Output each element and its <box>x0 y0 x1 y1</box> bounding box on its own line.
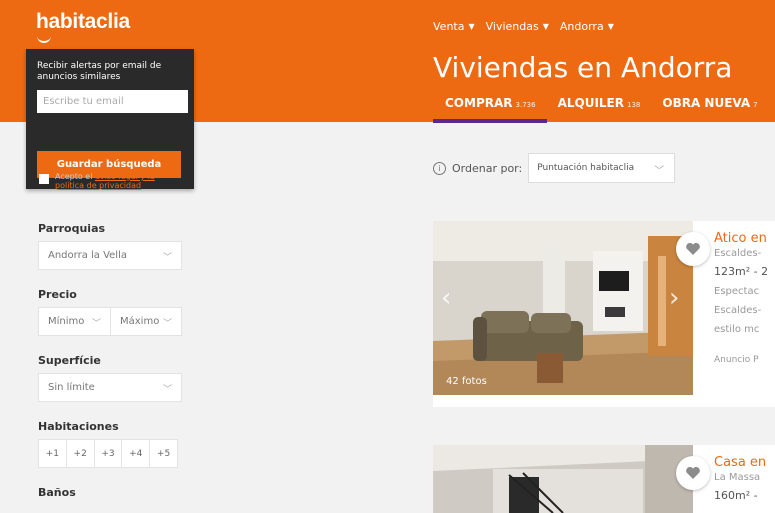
precio-label: Precio <box>38 288 77 301</box>
breadcrumb-andorra[interactable]: Andorra ▼ <box>560 20 614 33</box>
tab-count: 7 <box>753 101 758 109</box>
listing-card[interactable]: Casa en La Massa 160m² - <box>433 445 775 513</box>
consent-checkbox[interactable] <box>39 174 49 184</box>
listing-ad-type: Anuncio P <box>714 355 759 365</box>
listing-location: Escaldes- <box>714 248 762 259</box>
parroquias-select[interactable]: Andorra la Vella ﹀ <box>38 241 182 270</box>
house-interior-photo <box>433 445 693 513</box>
tab-comprar[interactable]: COMPRAR 3.736 <box>433 96 547 123</box>
consent-label: Acepto el aviso legal y la política de p… <box>55 172 155 190</box>
chevron-down-icon: ﹀ <box>162 319 172 329</box>
listing-info: Casa en La Massa 160m² - <box>714 455 775 502</box>
listing-title[interactable]: Casa en <box>714 455 775 470</box>
prev-photo-icon[interactable]: ‹ <box>441 283 451 313</box>
page-title: Viviendas en Andorra <box>433 51 733 84</box>
tab-count: 138 <box>627 101 641 109</box>
email-input[interactable] <box>37 90 188 113</box>
room-option[interactable]: +5 <box>149 439 178 468</box>
room-option[interactable]: +2 <box>65 439 95 468</box>
tab-alquiler[interactable]: ALQUILER 138 <box>547 96 652 118</box>
favorite-button[interactable] <box>676 456 710 490</box>
superficie-select[interactable]: Sin límite ﹀ <box>38 373 182 402</box>
habitaciones-options: +1 +2 +3 +4 +5 <box>38 439 182 468</box>
breadcrumb-venta[interactable]: Venta ▼ <box>433 20 475 33</box>
chevron-down-icon: ▼ <box>607 22 614 31</box>
sort-label: Ordenar por: <box>452 161 523 175</box>
breadcrumb-viviendas[interactable]: Viviendas ▼ <box>486 20 549 33</box>
listing-info: Ático en Escaldes- 123m² - 2 Espectac Es… <box>714 231 775 365</box>
heart-icon <box>686 466 700 479</box>
next-photo-icon[interactable]: › <box>669 283 679 313</box>
email-alert-panel: Recibir alertas por email de anuncios si… <box>26 49 194 190</box>
habitaciones-label: Habitaciones <box>38 420 119 433</box>
heart-icon <box>686 242 700 255</box>
logo-text: habitaclia <box>36 10 130 33</box>
precio-max-select[interactable]: Máximo ﹀ <box>110 307 182 336</box>
chevron-down-icon: ﹀ <box>654 166 665 177</box>
listing-location: La Massa <box>714 472 761 483</box>
chevron-down-icon: ﹀ <box>162 253 172 263</box>
chevron-down-icon: ﹀ <box>162 385 172 395</box>
habitaclia-logo[interactable]: habitaclia <box>36 10 130 43</box>
listing-card[interactable]: ‹ › 42 fotos Ático en Escaldes- 123m² - … <box>433 221 775 407</box>
parroquias-label: Parroquias <box>38 222 106 235</box>
breadcrumb: Venta ▼ Viviendas ▼ Andorra ▼ <box>433 20 614 33</box>
listing-description: Espectac Escaldes- estilo mc <box>714 286 762 335</box>
listing-title[interactable]: Ático en <box>714 231 775 246</box>
photo-count: 42 fotos <box>446 376 487 387</box>
superficie-label: Superfície <box>38 354 101 367</box>
tab-obra-nueva[interactable]: OBRA NUEVA 7 <box>651 96 768 118</box>
favorite-button[interactable] <box>676 232 710 266</box>
listing-photo[interactable] <box>433 445 693 513</box>
listing-size: 160m² - <box>714 489 758 502</box>
banos-label: Baños <box>38 486 76 499</box>
sort-bar: i Ordenar por: Puntuación habitaclia ﹀ <box>433 153 676 183</box>
chevron-down-icon: ▼ <box>542 22 549 31</box>
room-option[interactable]: +4 <box>121 439 151 468</box>
chevron-down-icon: ▼ <box>468 22 475 31</box>
listing-size: 123m² - 2 <box>714 265 769 278</box>
info-icon[interactable]: i <box>433 161 446 175</box>
listing-photo[interactable]: ‹ › 42 fotos <box>433 221 693 395</box>
tab-count: 3.736 <box>515 101 536 109</box>
precio-range: Mínimo ﹀ Máximo ﹀ <box>38 307 182 336</box>
filters-panel: Parroquias Andorra la Vella ﹀ Precio Mín… <box>38 222 182 499</box>
alert-title: Recibir alertas por email de anuncios si… <box>37 61 162 82</box>
chevron-down-icon: ﹀ <box>91 319 101 329</box>
logo-smile <box>37 36 51 43</box>
precio-min-select[interactable]: Mínimo ﹀ <box>38 307 110 336</box>
room-option[interactable]: +3 <box>93 439 123 468</box>
living-room-photo <box>433 221 693 395</box>
room-option[interactable]: +1 <box>38 439 67 468</box>
operation-tabs: COMPRAR 3.736 ALQUILER 138 OBRA NUEVA 7 <box>433 96 769 123</box>
sort-select[interactable]: Puntuación habitaclia ﹀ <box>528 153 676 183</box>
